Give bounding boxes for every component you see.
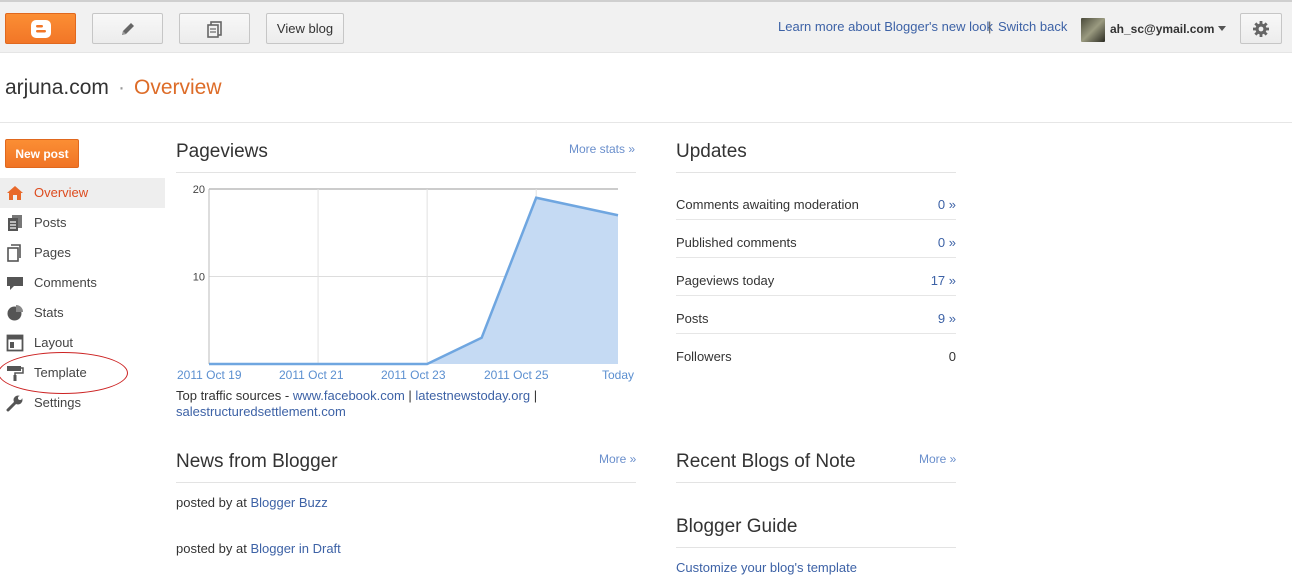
pageviews-area xyxy=(209,197,618,364)
x-tick-label: 2011 Oct 19 xyxy=(177,368,242,382)
wrench-icon xyxy=(6,395,23,412)
posts-icon xyxy=(206,20,222,38)
sidebar-item-label: Posts xyxy=(34,215,67,230)
update-count-link[interactable]: 0 » xyxy=(938,235,956,250)
recent-blogs-title: Recent Blogs of Note xyxy=(676,451,856,472)
section-divider xyxy=(676,547,956,548)
traffic-source-link[interactable]: www.facebook.com xyxy=(293,388,405,403)
new-post-pencil-button[interactable] xyxy=(92,13,163,44)
update-label: Comments awaiting moderation xyxy=(676,197,859,212)
top-bar: View blog Learn more about Blogger's new… xyxy=(0,0,1292,53)
update-count-link[interactable]: 9 » xyxy=(938,311,956,326)
annotation-circle xyxy=(0,352,128,394)
section-divider xyxy=(676,482,956,483)
view-blog-button[interactable]: View blog xyxy=(266,13,344,44)
blog-name: arjuna.com xyxy=(5,76,109,99)
section-divider xyxy=(176,172,636,173)
avatar[interactable] xyxy=(1081,18,1105,42)
y-tick-label: 20 xyxy=(193,184,205,196)
sidebar-item-overview[interactable]: Overview xyxy=(0,178,165,208)
blogger-logo-button[interactable] xyxy=(5,13,76,44)
traffic-source-link[interactable]: latestnewstoday.org xyxy=(415,388,530,403)
update-row-followers: Followers 0 xyxy=(676,334,956,372)
traffic-source-link[interactable]: salestructuredsettlement.com xyxy=(176,404,346,419)
pageviews-chart: 2010 xyxy=(193,184,619,366)
settings-gear-button[interactable] xyxy=(1240,13,1282,44)
traffic-sources: Top traffic sources - www.facebook.com |… xyxy=(176,388,538,419)
guide-link[interactable]: Customize your blog's template xyxy=(676,560,857,575)
layout-icon xyxy=(6,334,24,352)
posts-list-button[interactable] xyxy=(179,13,250,44)
chart-y-ticks: 2010 xyxy=(193,184,205,284)
new-post-button[interactable]: New post xyxy=(5,139,79,168)
news-more-link[interactable]: More » xyxy=(599,452,636,466)
update-row-posts: Posts 9 » xyxy=(676,296,956,334)
news-byline: posted by at xyxy=(176,495,251,510)
switch-back-link[interactable]: Switch back xyxy=(998,19,1067,34)
pie-chart-icon xyxy=(7,305,23,321)
update-label: Pageviews today xyxy=(676,273,775,288)
news-title: News from Blogger xyxy=(176,451,338,472)
x-tick-label: 2011 Oct 23 xyxy=(381,368,446,382)
sidebar-item-label: Pages xyxy=(34,245,71,260)
pageviews-title: Pageviews xyxy=(176,141,268,162)
updates-title: Updates xyxy=(676,141,747,162)
section-divider xyxy=(676,172,956,173)
sidebar-item-label: Overview xyxy=(34,185,89,200)
x-tick-label: Today xyxy=(602,368,635,382)
learn-more-link[interactable]: Learn more about Blogger's new look xyxy=(778,19,993,34)
update-label: Published comments xyxy=(676,235,797,250)
news-byline: posted by at xyxy=(176,541,251,556)
sidebar-item-stats[interactable]: Stats xyxy=(0,298,165,328)
title-separator: · xyxy=(118,76,125,99)
news-source-link[interactable]: Blogger Buzz xyxy=(250,495,327,510)
sidebar-item-label: Stats xyxy=(34,305,64,320)
traffic-sources-label: Top traffic sources - xyxy=(176,388,293,403)
x-tick-label: 2011 Oct 25 xyxy=(484,368,549,382)
gear-icon xyxy=(1253,20,1269,37)
sidebar-item-pages[interactable]: Pages xyxy=(0,238,165,268)
update-row-pageviews-today: Pageviews today 17 » xyxy=(676,258,956,296)
pencil-icon xyxy=(121,22,134,35)
news-item: posted by at Blogger Buzz xyxy=(176,495,328,510)
page-title: Overview xyxy=(134,76,222,99)
account-email[interactable]: ah_sc@ymail.com xyxy=(1110,22,1214,36)
update-label: Followers xyxy=(676,349,732,364)
pages-icon xyxy=(7,244,21,262)
update-label: Posts xyxy=(676,311,709,326)
comment-icon xyxy=(7,277,23,290)
news-item: posted by at Blogger in Draft xyxy=(176,541,341,556)
more-stats-link[interactable]: More stats » xyxy=(569,142,635,156)
section-divider xyxy=(176,482,636,483)
y-tick-label: 10 xyxy=(193,272,205,284)
update-count-link[interactable]: 17 » xyxy=(931,273,956,288)
update-row-comments-awaiting: Comments awaiting moderation 0 » xyxy=(676,182,956,220)
recent-more-link[interactable]: More » xyxy=(919,452,956,466)
x-tick-label: 2011 Oct 21 xyxy=(279,368,344,382)
chevron-down-icon[interactable] xyxy=(1218,26,1226,31)
link-separator: | xyxy=(988,19,992,34)
update-count-link[interactable]: 0 » xyxy=(938,197,956,212)
update-count: 0 xyxy=(948,349,956,364)
sidebar-item-label: Settings xyxy=(34,395,81,410)
sidebar-item-posts[interactable]: Posts xyxy=(0,208,165,238)
posts-icon xyxy=(8,215,22,231)
sidebar-item-label: Layout xyxy=(34,335,74,350)
home-icon xyxy=(7,186,23,200)
blogger-guide-title: Blogger Guide xyxy=(676,516,798,537)
chart-marks xyxy=(209,196,619,366)
sidebar-item-label: Comments xyxy=(34,275,97,290)
header-divider xyxy=(0,122,1292,123)
blogger-logo-icon xyxy=(30,19,51,38)
news-source-link[interactable]: Blogger in Draft xyxy=(250,541,340,556)
update-row-published-comments: Published comments 0 » xyxy=(676,220,956,258)
sidebar-item-comments[interactable]: Comments xyxy=(0,268,165,298)
